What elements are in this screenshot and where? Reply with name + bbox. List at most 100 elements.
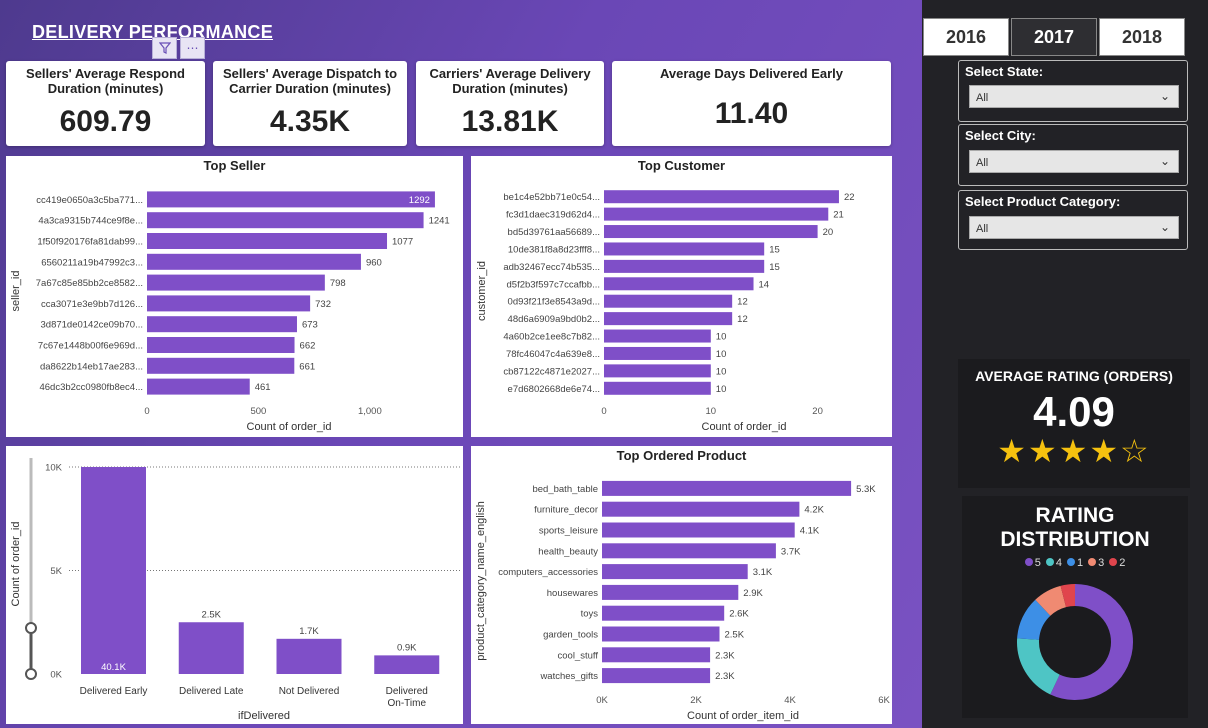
top-seller-chart[interactable]: Top Seller cc419e0650a3c5ba771... 1292 4a3… — [6, 156, 463, 437]
donut-slice — [1017, 599, 1051, 641]
data-label: 21 — [833, 210, 844, 221]
bar — [602, 626, 720, 642]
data-label: 673 — [302, 320, 318, 331]
donut-slice — [1035, 585, 1067, 617]
category-label: Not Delivered — [279, 686, 340, 697]
top-customer-chart[interactable]: Top Customer be1c4e52bb71e0c54... 22 fc3d1… — [471, 156, 892, 437]
bar — [147, 295, 311, 312]
city-filter-label: Select City: — [965, 128, 1036, 143]
top-product-chart[interactable]: Top Ordered Product bed_bath_table 5.3K fu… — [471, 446, 892, 724]
category-label: 7c67e1448b00f6e969d... — [38, 341, 143, 352]
kpi-card-respond-duration: Sellers' Average Respond Duration (minut… — [6, 61, 205, 146]
category-label: bed_bath_table — [532, 484, 598, 495]
bar — [276, 638, 342, 674]
bar — [604, 346, 711, 360]
bar — [147, 378, 250, 395]
chevron-down-icon: ⌄ — [1159, 89, 1170, 103]
kpi-label: Average Days Delivered Early — [659, 66, 844, 81]
category-label: d5f2b3f597c7ccafbb... — [507, 279, 601, 290]
category-filter: Select Product Category: All ⌄ — [958, 190, 1188, 250]
state-dropdown[interactable]: All ⌄ — [969, 85, 1179, 108]
data-label: 12 — [737, 297, 748, 308]
tick-label: 10 — [706, 406, 717, 417]
tick-label: 0 — [144, 406, 149, 417]
tick-label: 0 — [601, 406, 606, 417]
report-canvas: DELIVERY PERFORMANCE ⋯ Sellers' Average … — [0, 0, 922, 728]
axis-label: Count of order_item_id — [687, 710, 799, 722]
data-label: 1292 — [409, 195, 430, 206]
category-label: garden_tools — [543, 630, 598, 641]
data-label: 4.2K — [804, 505, 824, 516]
if-delivered-chart[interactable]: 0K 5K 10K 40.1K Delivered Early 2.5K Delivered… — [6, 446, 463, 724]
data-label: 960 — [366, 257, 382, 268]
more-icon[interactable]: ⋯ — [180, 37, 205, 59]
rating-title: AVERAGE RATING (ORDERS) — [975, 368, 1173, 384]
star-filled-icon: ★ — [1058, 433, 1090, 469]
category-label: 46dc3b2cc0980fb8ec4... — [39, 382, 143, 393]
data-label: 10 — [716, 366, 727, 377]
data-label: 461 — [255, 382, 271, 393]
data-label: 2.3K — [715, 650, 735, 661]
category-label: 48d6a6909a9bd0b2... — [508, 314, 600, 325]
bar — [147, 274, 325, 291]
tick-label: 20 — [812, 406, 823, 417]
city-filter: Select City: All ⌄ — [958, 124, 1188, 186]
year-button-2016[interactable]: 2016 — [923, 18, 1009, 56]
star-rating: ★★★★☆ — [958, 432, 1190, 470]
kpi-card-days-early: Average Days Delivered Early 11.40 — [612, 61, 891, 146]
data-label: 40.1K — [101, 662, 126, 673]
rating-distribution-card[interactable]: RATING DISTRIBUTION 54132 — [962, 496, 1188, 718]
bar — [604, 259, 765, 273]
bar — [374, 655, 440, 674]
state-filter: Select State: All ⌄ — [958, 60, 1188, 122]
category-dropdown[interactable]: All ⌄ — [969, 216, 1179, 239]
data-label: 22 — [844, 192, 855, 203]
kpi-value: 4.35K — [269, 105, 351, 138]
data-label: 14 — [759, 279, 770, 290]
state-filter-label: Select State: — [965, 64, 1044, 79]
axis-label: Count of order_id — [247, 421, 332, 433]
data-label: 20 — [823, 227, 834, 238]
category-label: 7a67c85e85bb2ce8582... — [36, 278, 143, 289]
tick-label: 2K — [690, 695, 702, 706]
tick-label: 4K — [784, 695, 796, 706]
category-label: watches_gifts — [539, 671, 598, 682]
bar — [147, 191, 435, 208]
year-button-2018[interactable]: 2018 — [1099, 18, 1185, 56]
category-label: 6560211a19b47992c3... — [41, 257, 143, 268]
category-filter-label: Select Product Category: — [965, 194, 1121, 209]
bar — [147, 253, 361, 270]
data-label: 0.9K — [397, 642, 417, 653]
kpi-label: Sellers' Average Respond Duration (minut… — [26, 66, 185, 96]
distribution-title: RATING DISTRIBUTION — [1000, 504, 1150, 551]
category-label: 78fc46047c4a639e8... — [506, 349, 600, 360]
axis-label: seller_id — [10, 271, 22, 312]
category-label: Delivered Early — [80, 686, 148, 697]
bar — [602, 605, 725, 621]
zoom-slider-handle[interactable] — [25, 668, 37, 680]
bar — [147, 357, 295, 374]
bar — [602, 480, 852, 496]
bar — [147, 233, 388, 249]
category-label: cb87122c4871e2027... — [503, 366, 600, 377]
zoom-slider-handle[interactable] — [25, 622, 37, 634]
category-label: health_beauty — [538, 546, 598, 557]
bar — [147, 316, 297, 333]
data-label: 662 — [300, 341, 316, 352]
kpi-card-dispatch-duration: Sellers' Average Dispatch to Carrier Dur… — [213, 61, 407, 146]
bar — [604, 312, 733, 326]
bar — [604, 207, 829, 221]
city-dropdown[interactable]: All ⌄ — [969, 150, 1179, 173]
axis-label: product_category_name_english — [475, 501, 487, 661]
data-label: 3.7K — [781, 546, 801, 557]
bar — [602, 647, 711, 663]
year-button-2017[interactable]: 2017 — [1011, 18, 1097, 56]
bar — [604, 381, 711, 395]
category-label: On-Time — [387, 698, 426, 709]
bar — [147, 337, 295, 353]
data-label: 15 — [769, 262, 780, 273]
legend-dot — [1024, 558, 1033, 566]
filter-icon[interactable] — [152, 37, 177, 59]
data-label: 10 — [716, 349, 727, 360]
kpi-label: Carriers' Average Delivery Duration (min… — [429, 66, 591, 96]
